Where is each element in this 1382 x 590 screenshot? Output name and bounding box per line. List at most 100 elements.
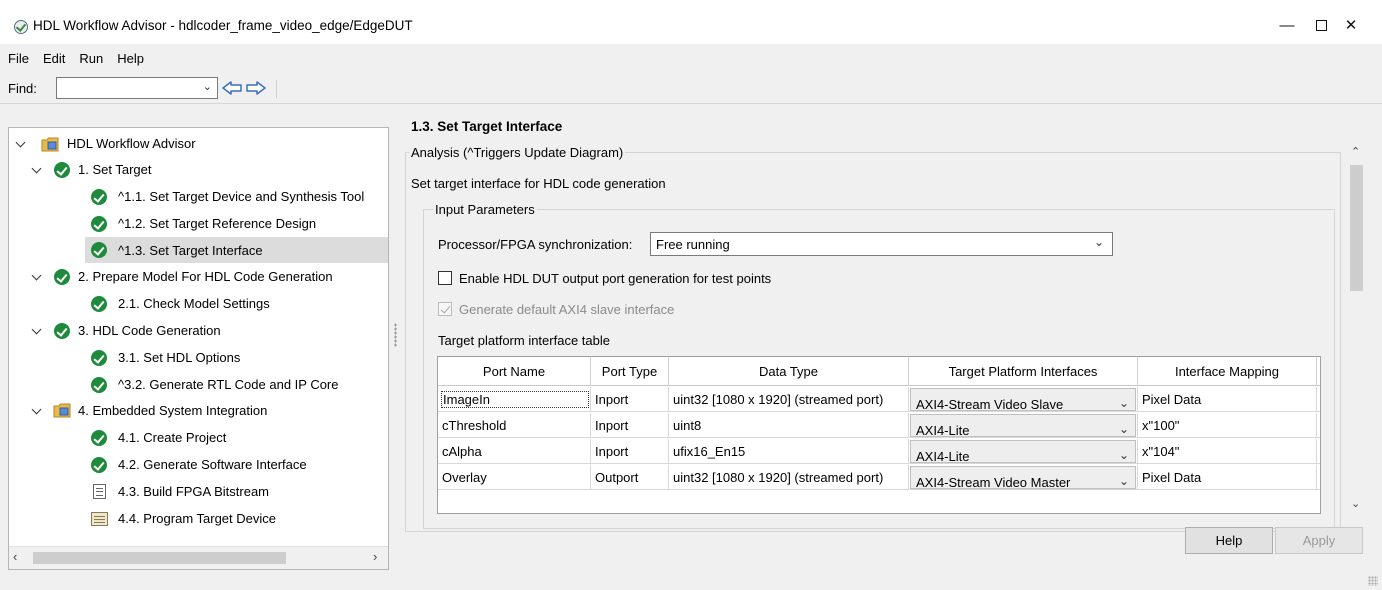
- table-header: Port Name Port Type Data Type Target Pla…: [438, 357, 1320, 386]
- table-row[interactable]: ImageIn Inport uint32 [1080 x 1920] (str…: [438, 387, 1320, 412]
- scrollbar-thumb[interactable]: [33, 552, 286, 564]
- scrollbar-thumb[interactable]: [1350, 165, 1363, 291]
- workflow-tree: HDL Workflow Advisor 1. Set Target ^1.1.…: [8, 127, 389, 570]
- scroll-left-icon[interactable]: ‹: [13, 549, 17, 564]
- advisor-folder-icon: [53, 403, 71, 418]
- tree-item-set-hdl-options[interactable]: 3.1. Set HDL Options: [9, 345, 388, 371]
- cell-port-name[interactable]: cAlpha: [438, 439, 591, 464]
- tree-item-label: 4.2. Generate Software Interface: [118, 457, 307, 472]
- tree-item-build-fpga-bitstream[interactable]: 4.3. Build FPGA Bitstream: [9, 479, 388, 505]
- scroll-right-icon[interactable]: ›: [373, 549, 377, 564]
- generate-axi4-label: Generate default AXI4 slave interface: [459, 302, 675, 317]
- expand-chevron-icon[interactable]: [32, 166, 42, 176]
- close-button[interactable]: ✕: [1328, 10, 1374, 40]
- tree-item-create-project[interactable]: 4.1. Create Project: [9, 425, 388, 451]
- tree-item-label: 2. Prepare Model For HDL Code Generation: [78, 269, 333, 284]
- program-icon: [91, 512, 108, 526]
- tree-horizontal-scrollbar[interactable]: ‹ ›: [9, 546, 388, 569]
- check-icon: [91, 377, 107, 393]
- interface-table: Port Name Port Type Data Type Target Pla…: [437, 356, 1321, 514]
- header-interface-mapping[interactable]: Interface Mapping: [1138, 357, 1317, 386]
- header-target-platform-interfaces[interactable]: Target Platform Interfaces: [909, 357, 1138, 386]
- input-parameters-legend: Input Parameters: [433, 202, 537, 217]
- tree-item-generate-rtl-code[interactable]: ^3.2. Generate RTL Code and IP Core: [9, 372, 388, 398]
- enable-test-points-checkbox[interactable]: [438, 271, 452, 285]
- tree-item-hdl-code-generation[interactable]: 3. HDL Code Generation: [9, 318, 388, 344]
- find-label: Find:: [8, 81, 37, 96]
- table-row[interactable]: Overlay Outport uint32 [1080 x 1920] (st…: [438, 465, 1320, 490]
- cell-target-interface: AXI4-Lite ⌄: [909, 413, 1138, 438]
- tree-item-generate-software-interface[interactable]: 4.2. Generate Software Interface: [9, 452, 388, 478]
- tree-item-set-target-device[interactable]: ^1.1. Set Target Device and Synthesis To…: [9, 184, 388, 210]
- check-icon: [54, 323, 70, 339]
- target-interface-dropdown[interactable]: AXI4-Stream Video Slave ⌄: [910, 388, 1136, 412]
- expand-chevron-icon[interactable]: [32, 273, 42, 283]
- cell-target-interface: AXI4-Stream Video Slave ⌄: [909, 387, 1138, 412]
- header-data-type[interactable]: Data Type: [669, 357, 909, 386]
- cell-port-type: Inport: [591, 387, 669, 412]
- tree-item-prepare-model[interactable]: 2. Prepare Model For HDL Code Generation: [9, 264, 388, 290]
- forward-arrow-icon[interactable]: [245, 80, 267, 96]
- expand-chevron-icon[interactable]: [32, 327, 42, 337]
- tree-item-label: ^1.1. Set Target Device and Synthesis To…: [118, 189, 365, 204]
- tree-item-label: ^1.3. Set Target Interface: [118, 243, 263, 258]
- tree-item-set-target[interactable]: 1. Set Target: [9, 157, 388, 183]
- sync-dropdown[interactable]: Free running ⌄: [650, 232, 1113, 256]
- panel-splitter[interactable]: [394, 323, 397, 347]
- chevron-down-icon: ⌄: [1118, 422, 1129, 436]
- check-icon: [54, 269, 70, 285]
- apply-button[interactable]: Apply: [1275, 527, 1363, 554]
- expand-chevron-icon[interactable]: [32, 407, 42, 417]
- table-caption: Target platform interface table: [438, 333, 610, 348]
- expand-chevron-icon[interactable]: [16, 140, 26, 150]
- cell-port-name[interactable]: Overlay: [438, 465, 591, 490]
- document-icon: [93, 484, 106, 499]
- scroll-up-icon[interactable]: ⌃: [1351, 145, 1360, 158]
- description-text: Set target interface for HDL code genera…: [411, 176, 666, 191]
- cell-port-name[interactable]: cThreshold: [438, 413, 591, 438]
- target-interface-dropdown[interactable]: AXI4-Lite ⌄: [910, 440, 1136, 464]
- check-icon: [91, 216, 107, 232]
- chevron-down-icon[interactable]: ⌄: [203, 80, 212, 93]
- cell-interface-mapping[interactable]: x"104": [1138, 439, 1317, 464]
- cell-data-type: uint8: [669, 413, 909, 438]
- generate-axi4-checkbox[interactable]: [438, 302, 452, 316]
- section-title: 1.3. Set Target Interface: [411, 119, 563, 134]
- back-arrow-icon[interactable]: [221, 80, 243, 96]
- header-port-name[interactable]: Port Name: [438, 357, 591, 386]
- tree-item-embedded-system-integration[interactable]: 4. Embedded System Integration: [9, 398, 388, 424]
- port-name: ImageIn: [441, 391, 589, 408]
- chevron-down-icon: ⌄: [1093, 235, 1104, 249]
- menu-edit[interactable]: Edit: [43, 51, 65, 66]
- tree-item-check-model-settings[interactable]: 2.1. Check Model Settings: [9, 291, 388, 317]
- table-row[interactable]: cAlpha Inport ufix16_En15 AXI4-Lite ⌄ x"…: [438, 439, 1320, 464]
- tree-item-label: 4.3. Build FPGA Bitstream: [118, 484, 270, 499]
- tree-item-hdl-workflow-advisor[interactable]: HDL Workflow Advisor: [9, 131, 388, 157]
- tree-item-set-target-interface[interactable]: ^1.3. Set Target Interface: [85, 237, 388, 263]
- check-icon: [91, 457, 107, 473]
- target-interface-dropdown[interactable]: AXI4-Stream Video Master ⌄: [910, 466, 1136, 490]
- cell-interface-mapping[interactable]: Pixel Data: [1138, 387, 1317, 412]
- header-port-type[interactable]: Port Type: [591, 357, 669, 386]
- cell-port-name[interactable]: ImageIn: [438, 387, 591, 412]
- cell-interface-mapping[interactable]: Pixel Data: [1138, 465, 1317, 490]
- tree-item-program-target-device[interactable]: 4.4. Program Target Device: [9, 506, 388, 532]
- tree-item-set-target-reference-design[interactable]: ^1.2. Set Target Reference Design: [9, 211, 388, 237]
- table-row[interactable]: cThreshold Inport uint8 AXI4-Lite ⌄ x"10…: [438, 413, 1320, 438]
- chevron-down-icon: ⌄: [1118, 396, 1129, 410]
- cell-target-interface: AXI4-Lite ⌄: [909, 439, 1138, 464]
- scroll-down-icon[interactable]: ⌄: [1351, 497, 1360, 510]
- target-interface-dropdown[interactable]: AXI4-Lite ⌄: [910, 414, 1136, 438]
- help-button[interactable]: Help: [1185, 527, 1273, 554]
- find-input[interactable]: ⌄: [56, 77, 218, 99]
- check-icon: [91, 242, 107, 258]
- content-vertical-scrollbar[interactable]: ⌃ ⌄: [1347, 143, 1366, 515]
- window-title: HDL Workflow Advisor - hdlcoder_frame_vi…: [33, 18, 413, 33]
- menu-run[interactable]: Run: [79, 51, 103, 66]
- cell-interface-mapping[interactable]: x"100": [1138, 413, 1317, 438]
- resize-grip-icon[interactable]: [1368, 576, 1378, 586]
- menu-help[interactable]: Help: [117, 51, 144, 66]
- advisor-app-icon: [14, 20, 28, 34]
- menu-file[interactable]: File: [8, 51, 29, 66]
- toolbar-separator: [276, 80, 277, 98]
